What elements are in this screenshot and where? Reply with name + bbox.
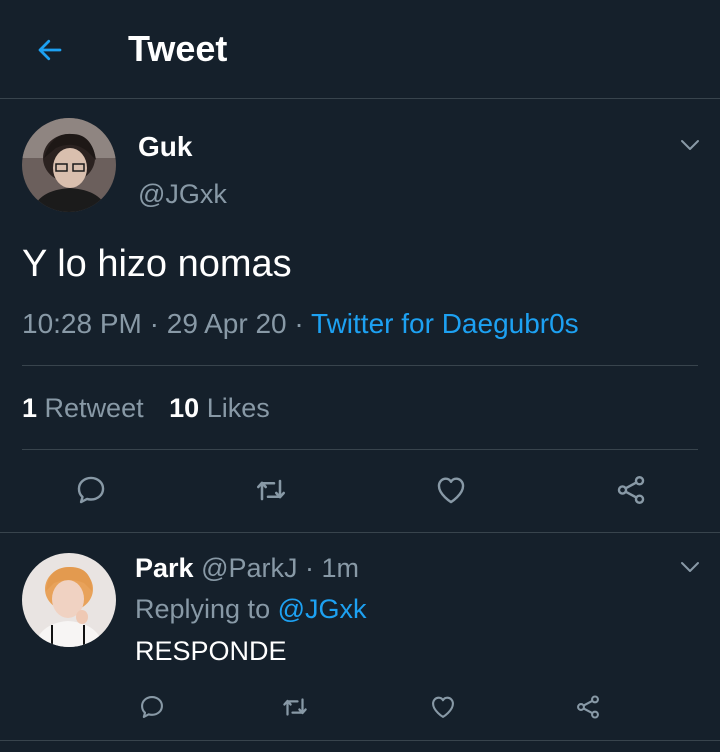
tweet-menu-button[interactable]: [678, 133, 702, 157]
author-handle[interactable]: @JGxk: [138, 179, 227, 210]
reply-menu-button[interactable]: [678, 555, 702, 579]
retweet-icon: [256, 479, 286, 501]
retweet-button[interactable]: [251, 470, 291, 510]
chevron-down-icon: [681, 140, 699, 150]
reply-age: 1m: [321, 553, 360, 583]
divider: [0, 740, 720, 741]
separator: ·: [297, 553, 322, 583]
mention-link[interactable]: @JGxk: [278, 594, 367, 624]
likes-stat[interactable]: 10 Likes: [169, 393, 270, 424]
top-bar: Tweet: [0, 0, 720, 99]
share-icon: [617, 476, 645, 504]
page-title: Tweet: [128, 28, 228, 69]
like-button[interactable]: [423, 687, 463, 727]
tweet-stats: 1 Retweet 10 Likes: [22, 393, 288, 424]
share-button[interactable]: [611, 470, 651, 510]
like-button[interactable]: [431, 470, 471, 510]
back-button[interactable]: [32, 32, 68, 68]
retweet-button[interactable]: [275, 687, 315, 727]
divider: [22, 449, 698, 450]
reply-author-handle[interactable]: @ParkJ: [201, 553, 297, 583]
retweets-count: 1: [22, 393, 38, 423]
avatar-image: [22, 553, 116, 647]
divider: [22, 365, 698, 366]
tweet-date: 29 Apr 20: [166, 308, 287, 339]
replying-to-line: Replying to @JGxk: [135, 594, 367, 625]
avatar[interactable]: [22, 118, 116, 212]
reply-icon: [141, 696, 163, 718]
retweet-icon: [283, 698, 307, 716]
separator: ·: [141, 308, 167, 339]
reply-header: Park @ParkJ · 1m: [135, 553, 359, 584]
chevron-down-icon: [681, 562, 699, 572]
author-name[interactable]: Guk: [138, 131, 192, 163]
reply-button[interactable]: [71, 470, 111, 510]
likes-count: 10: [169, 393, 200, 423]
heart-icon: [437, 477, 465, 504]
tweet-time: 10:28 PM: [22, 308, 142, 339]
reply-text: RESPONDE: [135, 636, 287, 666]
avatar[interactable]: [22, 553, 116, 647]
heart-icon: [432, 696, 454, 718]
reply-button[interactable]: [132, 687, 172, 727]
tweet-source-link[interactable]: Twitter for Daegubr0s: [311, 308, 579, 339]
likes-label: Likes: [206, 393, 270, 423]
arrow-left-icon: [38, 39, 62, 61]
retweets-stat[interactable]: 1 Retweet: [22, 393, 144, 424]
tweet-meta: 10:28 PM · 29 Apr 20 · Twitter for Daegu…: [22, 308, 579, 340]
avatar-image: [22, 118, 116, 212]
divider: [0, 532, 720, 533]
replying-label: Replying to: [135, 594, 271, 624]
share-icon: [577, 695, 599, 719]
share-button[interactable]: [568, 687, 608, 727]
reply-author-name[interactable]: Park: [135, 553, 194, 583]
retweets-label: Retweet: [44, 393, 144, 423]
tweet-text: Y lo hizo nomas: [22, 243, 292, 285]
reply-icon: [77, 476, 105, 504]
separator: ·: [286, 308, 312, 339]
